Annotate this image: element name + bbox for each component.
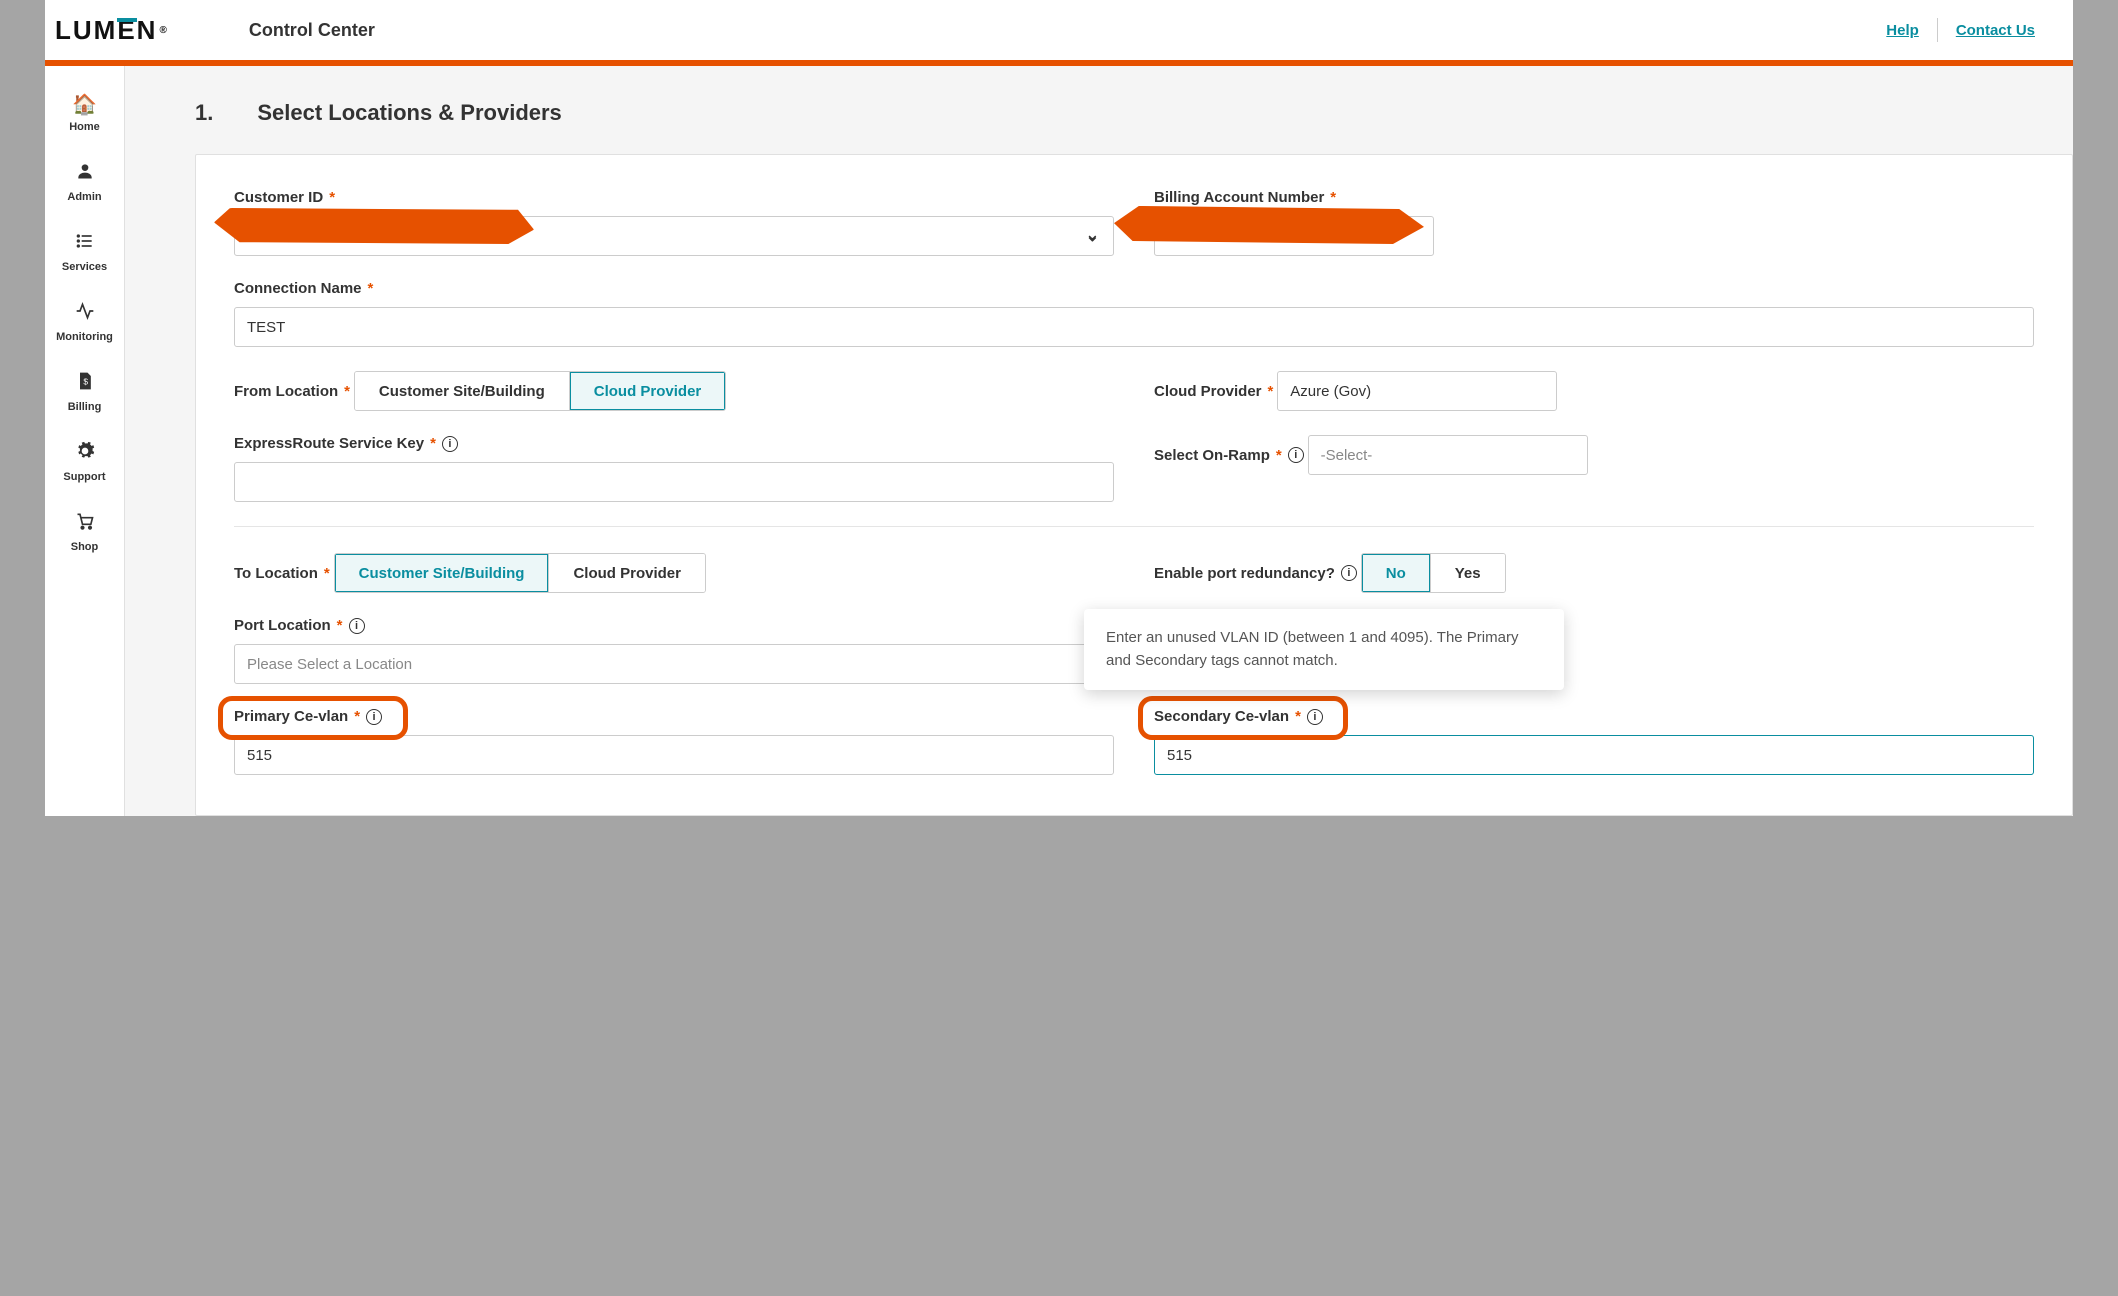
sidebar-item-label: Support [63,471,105,483]
form-panel: Customer ID * ⌄ Billing Account Nu [195,154,2073,816]
redundancy-toggle: No Yes [1361,553,1506,593]
to-location-site-button[interactable]: Customer Site/Building [335,554,549,592]
info-icon[interactable]: i [366,709,382,725]
svg-text:$: $ [83,376,88,386]
app-title: Control Center [249,20,375,41]
required-marker: * [1295,708,1301,725]
secondary-cevlan-label: Secondary Ce-vlan * i [1154,708,1323,725]
section-divider [234,526,2034,527]
user-icon [75,161,95,187]
required-marker: * [354,708,360,725]
header-bar: LUMEN® Control Center Help Contact Us [45,0,2073,60]
required-marker: * [344,383,350,400]
required-marker: * [1268,383,1274,400]
home-icon: 🏠 [72,92,97,117]
connection-name-label: Connection Name * [234,280,373,297]
sidebar-item-home[interactable]: 🏠 Home [45,78,124,147]
step-header: 1. Select Locations & Providers [195,66,2073,154]
sidebar-item-admin[interactable]: Admin [45,147,124,217]
customer-id-label: Customer ID * [234,189,335,206]
invoice-icon: $ [75,371,95,397]
gear-icon [75,441,95,467]
redundancy-no-button[interactable]: No [1362,554,1430,592]
port-location-label: Port Location * i [234,617,365,634]
sidebar-item-label: Monitoring [56,331,113,343]
contact-us-link[interactable]: Contact Us [1938,22,2053,39]
primary-cevlan-input[interactable] [234,735,1114,775]
required-marker: * [1276,447,1282,464]
required-marker: * [430,435,436,452]
vlan-tooltip: Enter an unused VLAN ID (between 1 and 4… [1084,609,1564,690]
activity-icon [75,301,95,327]
from-location-site-button[interactable]: Customer Site/Building [355,372,569,410]
info-icon[interactable]: i [1307,709,1323,725]
redundancy-yes-button[interactable]: Yes [1430,554,1505,592]
redaction-mark [214,208,534,244]
sidebar-item-monitoring[interactable]: Monitoring [45,287,124,357]
to-location-label: To Location * [234,565,330,582]
expressroute-input[interactable] [234,462,1114,502]
from-location-cloud-button[interactable]: Cloud Provider [569,372,726,410]
info-icon[interactable]: i [1288,447,1304,463]
primary-cevlan-label: Primary Ce-vlan * i [234,708,382,725]
connection-name-input[interactable] [234,307,2034,347]
sidebar-item-support[interactable]: Support [45,427,124,497]
sidebar-item-label: Shop [71,541,99,553]
port-location-select[interactable] [234,644,1114,684]
expressroute-label: ExpressRoute Service Key * i [234,435,458,452]
sidebar-item-label: Home [69,121,100,133]
list-icon [75,231,95,257]
header-links: Help Contact Us [1868,18,2053,42]
cloud-provider-label: Cloud Provider * [1154,383,1273,400]
onramp-label: Select On-Ramp * i [1154,447,1304,464]
help-link[interactable]: Help [1868,22,1937,39]
required-marker: * [1330,189,1336,206]
required-marker: * [324,565,330,582]
sidebar-item-billing[interactable]: $ Billing [45,357,124,427]
from-location-label: From Location * [234,383,350,400]
step-title: Select Locations & Providers [257,100,561,126]
step-number: 1. [195,100,213,126]
cloud-provider-input[interactable] [1277,371,1557,411]
required-marker: * [337,617,343,634]
sidebar-item-label: Billing [68,401,102,413]
billing-account-label: Billing Account Number * [1154,189,1336,206]
to-location-toggle: Customer Site/Building Cloud Provider [334,553,706,593]
info-icon[interactable]: i [1341,565,1357,581]
required-marker: * [329,189,335,206]
info-icon[interactable]: i [349,618,365,634]
cart-icon [75,511,95,537]
sidebar-item-label: Admin [67,191,101,203]
logo: LUMEN® [55,15,169,46]
main-content: 1. Select Locations & Providers Customer… [125,66,2073,816]
secondary-cevlan-input[interactable] [1154,735,2034,775]
sidebar-item-services[interactable]: Services [45,217,124,287]
redundancy-label: Enable port redundancy? i [1154,565,1357,582]
required-marker: * [368,280,374,297]
sidebar-item-label: Services [62,261,107,273]
onramp-select[interactable] [1308,435,1588,475]
redaction-mark [1114,206,1424,244]
sidebar-item-shop[interactable]: Shop [45,497,124,567]
info-icon[interactable]: i [442,436,458,452]
from-location-toggle: Customer Site/Building Cloud Provider [354,371,726,411]
to-location-cloud-button[interactable]: Cloud Provider [548,554,705,592]
sidebar: 🏠 Home Admin Services Monitoring [45,66,125,816]
